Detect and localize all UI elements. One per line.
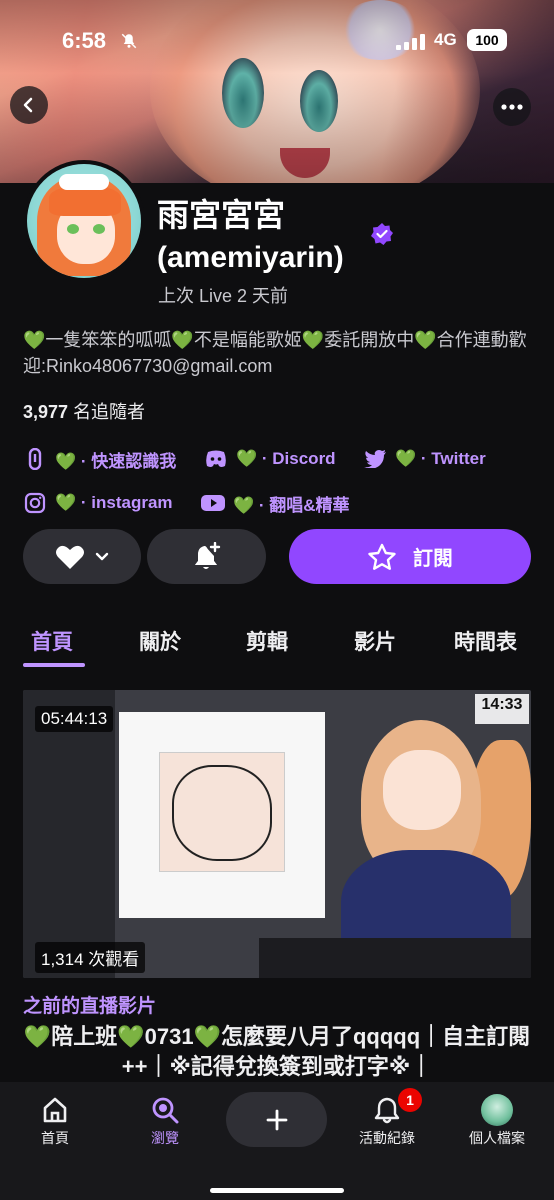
follower-count: 3,977 名追隨者 <box>23 398 145 424</box>
star-icon <box>368 543 396 570</box>
video-views-badge: 1,314 次觀看 <box>35 942 146 973</box>
back-button[interactable] <box>10 86 48 124</box>
chevron-down-icon <box>95 552 109 560</box>
thumbnail-clock: 14:33 <box>475 694 529 724</box>
video-duration-badge: 05:44:13 <box>35 706 114 732</box>
section-label: 之前的直播影片 <box>23 996 157 1017</box>
twitter-icon <box>363 447 387 471</box>
silent-mode-icon <box>121 33 137 49</box>
link-quick-intro[interactable]: 💚 · 快速認識我 <box>23 444 176 474</box>
nav-profile[interactable]: 個人檔案 <box>452 1092 542 1148</box>
tab-home[interactable]: 首頁 <box>31 626 73 656</box>
follower-label: 名追隨者 <box>73 402 146 422</box>
thumbnail-drawing-canvas <box>119 712 325 918</box>
battery-indicator: 100 <box>467 29 507 51</box>
subscribe-button[interactable]: 訂閱 <box>289 529 531 584</box>
more-dots-icon <box>501 104 523 110</box>
link-youtube[interactable]: 💚 · 翻唱&精華 <box>201 488 350 518</box>
instagram-icon <box>23 491 47 515</box>
more-options-button[interactable] <box>493 88 531 126</box>
bottom-navigation: 首頁 瀏覽 活動紀錄 1 個人檔案 <box>0 1082 554 1200</box>
link-icon <box>23 447 47 471</box>
follower-number: 3,977 <box>23 402 69 422</box>
thumbnail-character <box>341 700 511 978</box>
channel-bio: 💚一隻笨笨的呱呱💚不是幅能歌姬💚委託開放中💚合作連動歡迎:Rinko480677… <box>23 330 527 376</box>
active-tab-indicator <box>23 663 85 667</box>
channel-avatar[interactable] <box>23 160 145 282</box>
bell-icon <box>374 1097 400 1124</box>
verified-badge-icon <box>371 223 393 245</box>
tab-clips[interactable]: 剪輯 <box>246 626 288 656</box>
network-type: 4G <box>434 30 457 49</box>
display-name: 雨宮宮宮 <box>157 197 286 233</box>
nav-browse[interactable]: 瀏覽 <box>120 1092 210 1148</box>
video-title[interactable]: 💚陪上班💚0731💚怎麼要八月了qqqqq｜自主訂閱++｜※記得兌換簽到或打字※… <box>23 1022 531 1082</box>
tab-videos[interactable]: 影片 <box>354 626 396 656</box>
home-icon <box>43 1097 67 1123</box>
youtube-icon <box>201 491 225 515</box>
status-time: 6:58 <box>62 28 107 53</box>
profile-avatar <box>481 1094 513 1126</box>
create-button[interactable] <box>226 1092 327 1147</box>
video-thumbnail[interactable]: 14:33 05:44:13 1,314 次觀看 <box>23 690 531 978</box>
browse-icon <box>152 1097 179 1124</box>
bell-plus-icon <box>194 541 220 569</box>
signal-icon <box>396 34 425 50</box>
link-instagram[interactable]: 💚 · instagram <box>23 488 173 518</box>
subscribe-label: 訂閱 <box>413 548 453 570</box>
last-live-text: 上次 Live 2 天前 <box>158 286 289 306</box>
home-indicator <box>210 1188 344 1193</box>
tab-schedule[interactable]: 時間表 <box>454 626 517 656</box>
status-bar: 6:58 4G 100 <box>0 28 554 58</box>
link-discord[interactable]: 💚 · Discord <box>204 444 336 474</box>
link-twitter[interactable]: 💚 · Twitter <box>363 444 486 474</box>
plus-icon <box>266 1109 287 1130</box>
heart-icon <box>56 545 84 569</box>
chevron-left-icon <box>23 97 33 113</box>
nav-home[interactable]: 首頁 <box>10 1092 100 1148</box>
tab-about[interactable]: 關於 <box>139 626 181 656</box>
notification-badge: 1 <box>398 1088 422 1112</box>
notifications-button[interactable] <box>147 529 266 584</box>
follow-button[interactable] <box>23 529 141 584</box>
discord-icon <box>204 447 228 471</box>
login-name: (amemiyarin) <box>157 241 344 274</box>
